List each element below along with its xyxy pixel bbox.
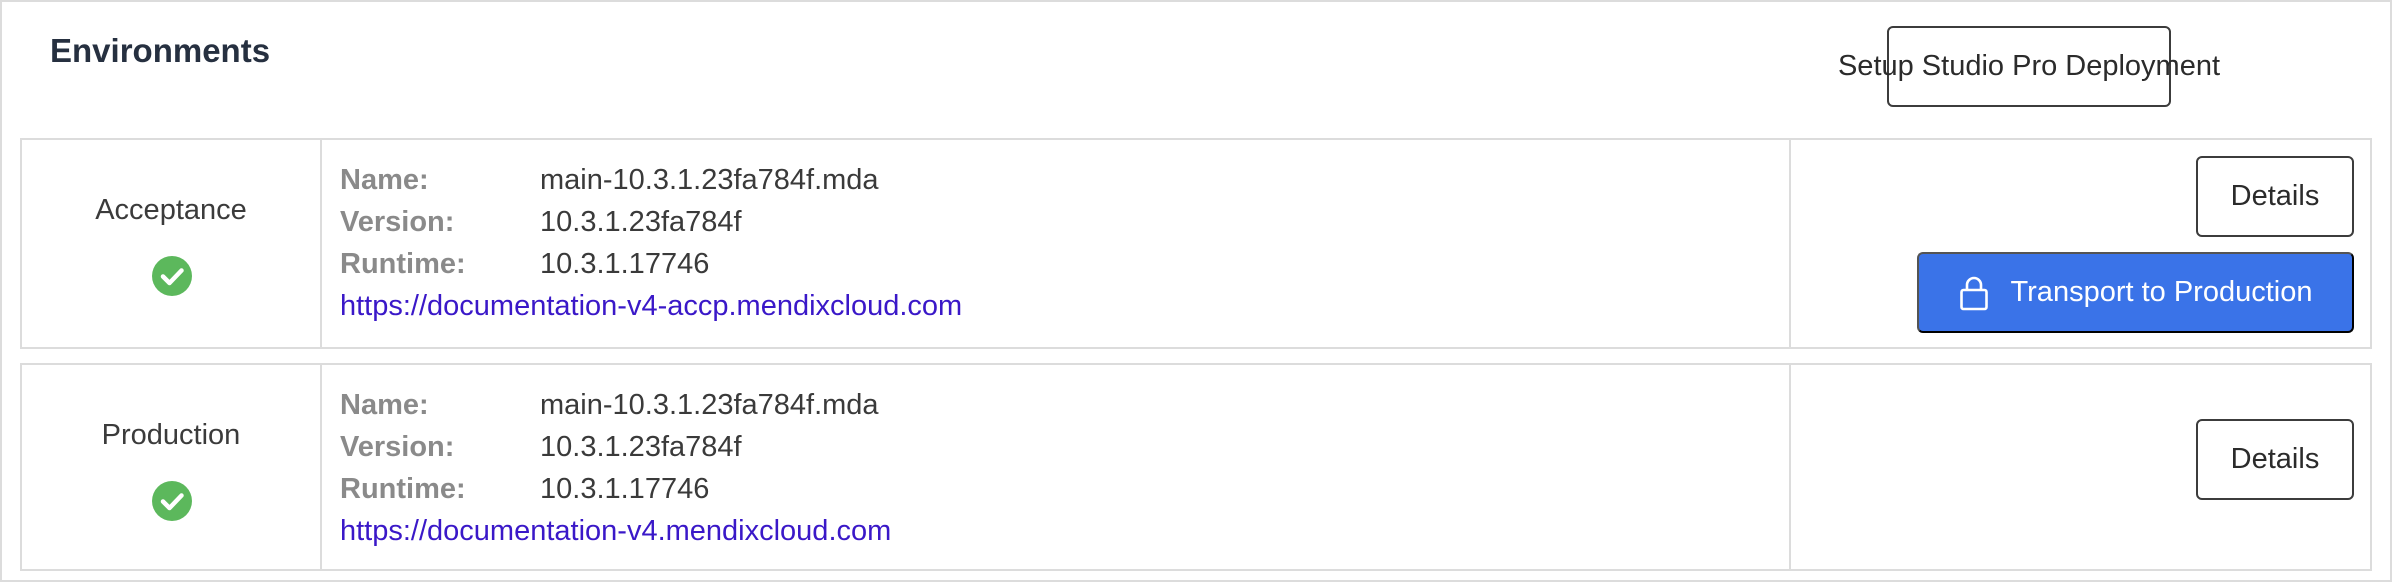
environment-actions-cell: Details Transport to Production [1791, 140, 2370, 347]
environment-name: Acceptance [95, 194, 247, 226]
runtime-value: 10.3.1.17746 [540, 473, 710, 505]
environment-row-production: Production Name: main-10.3.1.23fa784f.mda… [20, 363, 2372, 571]
environment-url-link[interactable]: https://documentation-v4.mendixcloud.com [340, 515, 891, 547]
check-circle-icon [152, 256, 192, 296]
lock-icon [1959, 276, 1988, 310]
url-line: https://documentation-v4.mendixcloud.com [340, 511, 891, 551]
environment-row-acceptance: Acceptance Name: main-10.3.1.23fa784f.mda… [20, 138, 2372, 349]
environment-info-cell: Name: main-10.3.1.23fa784f.mda Version: 10… [322, 140, 1791, 347]
environment-name: Production [101, 419, 241, 451]
mda-name-line: Name: main-10.3.1.23fa784f.mda [340, 385, 879, 425]
details-button[interactable]: Details [2196, 419, 2354, 500]
version-value: 10.3.1.23fa784f [540, 206, 742, 238]
name-label: Name: [340, 164, 429, 196]
version-line: Version: 10.3.1.23fa784f [340, 202, 742, 242]
environment-url-link[interactable]: https://documentation-v4-accp.mendixclou… [340, 290, 962, 322]
runtime-label: Runtime: [340, 473, 466, 505]
transport-to-production-button[interactable]: Transport to Production [1917, 252, 2354, 333]
transport-button-label: Transport to Production [2010, 276, 2313, 308]
runtime-value: 10.3.1.17746 [540, 248, 710, 280]
mda-name-value: main-10.3.1.23fa784f.mda [540, 164, 879, 196]
environments-panel: Environments Setup Studio Pro Deployment… [0, 0, 2392, 582]
version-value: 10.3.1.23fa784f [540, 431, 742, 463]
version-label: Version: [340, 206, 455, 238]
setup-studio-pro-deployment-button[interactable]: Setup Studio Pro Deployment [1838, 26, 2220, 107]
panel-title: Environments [50, 32, 271, 69]
name-label: Name: [340, 389, 429, 421]
check-circle-icon [152, 481, 192, 521]
url-line: https://documentation-v4-accp.mendixclou… [340, 286, 962, 326]
environment-info-cell: Name: main-10.3.1.23fa784f.mda Version: 10… [322, 365, 1791, 569]
mda-name-line: Name: main-10.3.1.23fa784f.mda [340, 160, 879, 200]
mda-name-value: main-10.3.1.23fa784f.mda [540, 389, 879, 421]
version-label: Version: [340, 431, 455, 463]
details-button[interactable]: Details [2196, 156, 2354, 237]
environment-status-cell: Acceptance [22, 140, 322, 347]
runtime-line: Runtime: 10.3.1.17746 [340, 469, 709, 509]
environment-actions-cell: Details [1791, 365, 2370, 569]
environment-status-cell: Production [22, 365, 322, 569]
version-line: Version: 10.3.1.23fa784f [340, 427, 742, 467]
runtime-line: Runtime: 10.3.1.17746 [340, 244, 709, 284]
runtime-label: Runtime: [340, 248, 466, 280]
